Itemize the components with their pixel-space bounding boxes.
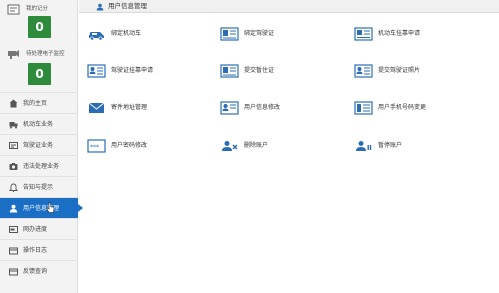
sidebar-item-label: 反馈查询 <box>23 268 48 275</box>
id-card-icon <box>220 64 239 78</box>
license-affiliation-link[interactable]: 驾驶证挂靠申请 <box>87 64 153 80</box>
password-icon: *** <box>87 139 106 153</box>
svg-text:***: *** <box>90 144 99 151</box>
sidebar-item-label: 机动车业务 <box>23 121 54 128</box>
license-card-icon <box>9 142 18 149</box>
item-label: 用户密码修改 <box>111 142 148 149</box>
suspend-account-link[interactable]: 暂停账户 <box>354 139 402 155</box>
sidebar-item-notice[interactable]: 告知与提示 <box>0 176 78 197</box>
password-change-link[interactable]: *** 用户密码修改 <box>87 139 147 155</box>
sidebar-item-user-info[interactable]: 用户信息管理 <box>0 197 83 218</box>
item-label: 绑定驾驶证 <box>244 30 275 37</box>
item-label: 机动车挂靠申请 <box>378 30 421 37</box>
sidebar-item-feedback[interactable]: 反馈查询 <box>0 260 78 281</box>
sidebar-item-label: 我的主页 <box>23 100 48 107</box>
item-label: 提交暂住证 <box>244 67 275 74</box>
sidebar-item-violation[interactable]: 违法处理业务 <box>0 155 78 176</box>
item-label: 寄件地址管理 <box>111 104 148 111</box>
camera-monitor-icon <box>8 50 19 59</box>
user-icon <box>96 3 104 11</box>
camera-icon <box>9 163 18 170</box>
photo-card-icon <box>354 64 373 78</box>
truck-icon <box>9 122 18 129</box>
mailing-address-link[interactable]: 寄件地址管理 <box>87 101 147 117</box>
score-icon <box>7 4 20 15</box>
item-label: 提交驾驶证照片 <box>378 67 421 74</box>
suspend-account-icon <box>356 141 372 151</box>
score-panel: 我的记分 0 <box>0 0 77 45</box>
main-content: 用户信息管理 绑定机动车 绑定驾驶证 机动车挂靠申请 驾驶证挂靠申请 提交暂住证… <box>79 0 499 293</box>
user-icon <box>9 204 18 213</box>
sidebar-item-label: 网办进度 <box>23 226 48 233</box>
monitor-panel: 待处理电子监控 0 <box>0 45 77 90</box>
sidebar-item-log[interactable]: 操作日志 <box>0 239 78 260</box>
license-icon <box>220 27 239 41</box>
sidebar-item-progress[interactable]: 网办进度 <box>0 218 78 239</box>
log-icon <box>9 247 18 255</box>
sidebar-menu: 我的主页 机动车业务 驾驶证业务 违法处理业务 告知与提示 用户信息管理 网办进… <box>0 92 83 281</box>
bind-vehicle-link[interactable]: 绑定机动车 <box>87 27 141 43</box>
delete-account-icon <box>222 141 238 151</box>
submit-license-photo-link[interactable]: 提交驾驶证照片 <box>354 64 420 80</box>
user-edit-icon <box>220 101 239 115</box>
car-doc-icon <box>354 27 373 41</box>
page-header: 用户信息管理 <box>79 0 499 13</box>
item-label: 用户手机号码变更 <box>378 104 427 111</box>
user-info-edit-link[interactable]: 用户信息修改 <box>220 101 280 117</box>
bell-icon <box>9 183 18 192</box>
sidebar-item-home[interactable]: 我的主页 <box>0 92 78 113</box>
license-doc-icon <box>87 64 106 78</box>
delete-account-link[interactable]: 删除账户 <box>220 139 268 155</box>
sidebar-item-label: 告知与提示 <box>23 184 54 191</box>
home-icon <box>9 99 18 108</box>
item-label: 暂停账户 <box>378 142 403 149</box>
phone-card-icon <box>354 101 373 115</box>
vehicle-affiliation-link[interactable]: 机动车挂靠申请 <box>354 27 420 43</box>
page-title: 用户信息管理 <box>108 2 147 10</box>
feedback-icon <box>9 268 18 276</box>
item-label: 驾驶证挂靠申请 <box>111 67 154 74</box>
item-label: 用户信息修改 <box>244 104 281 111</box>
sidebar-item-vehicle[interactable]: 机动车业务 <box>0 113 78 134</box>
phone-change-link[interactable]: 用户手机号码变更 <box>354 101 426 117</box>
hand-cursor-icon <box>46 202 55 213</box>
item-label: 绑定机动车 <box>111 30 142 37</box>
sidebar-item-label: 违法处理业务 <box>23 163 60 170</box>
sidebar: 我的记分 0 待处理电子监控 0 我的主页 机动车业务 驾驶证业务 违法处理业务… <box>0 0 83 293</box>
mail-icon <box>88 102 105 113</box>
sidebar-item-label: 操作日志 <box>23 247 48 254</box>
score-count[interactable]: 0 <box>28 16 51 38</box>
progress-icon <box>9 226 18 233</box>
monitor-count[interactable]: 0 <box>28 63 51 85</box>
bind-license-link[interactable]: 绑定驾驶证 <box>220 27 274 43</box>
sidebar-item-label: 驾驶证业务 <box>23 142 54 149</box>
item-label: 删除账户 <box>244 142 269 149</box>
sidebar-item-license[interactable]: 驾驶证业务 <box>0 134 78 155</box>
car-icon <box>89 32 104 41</box>
page: 我的记分 0 待处理电子监控 0 我的主页 机动车业务 驾驶证业务 违法处理业务… <box>0 0 499 293</box>
submit-residence-permit-link[interactable]: 提交暂住证 <box>220 64 274 80</box>
